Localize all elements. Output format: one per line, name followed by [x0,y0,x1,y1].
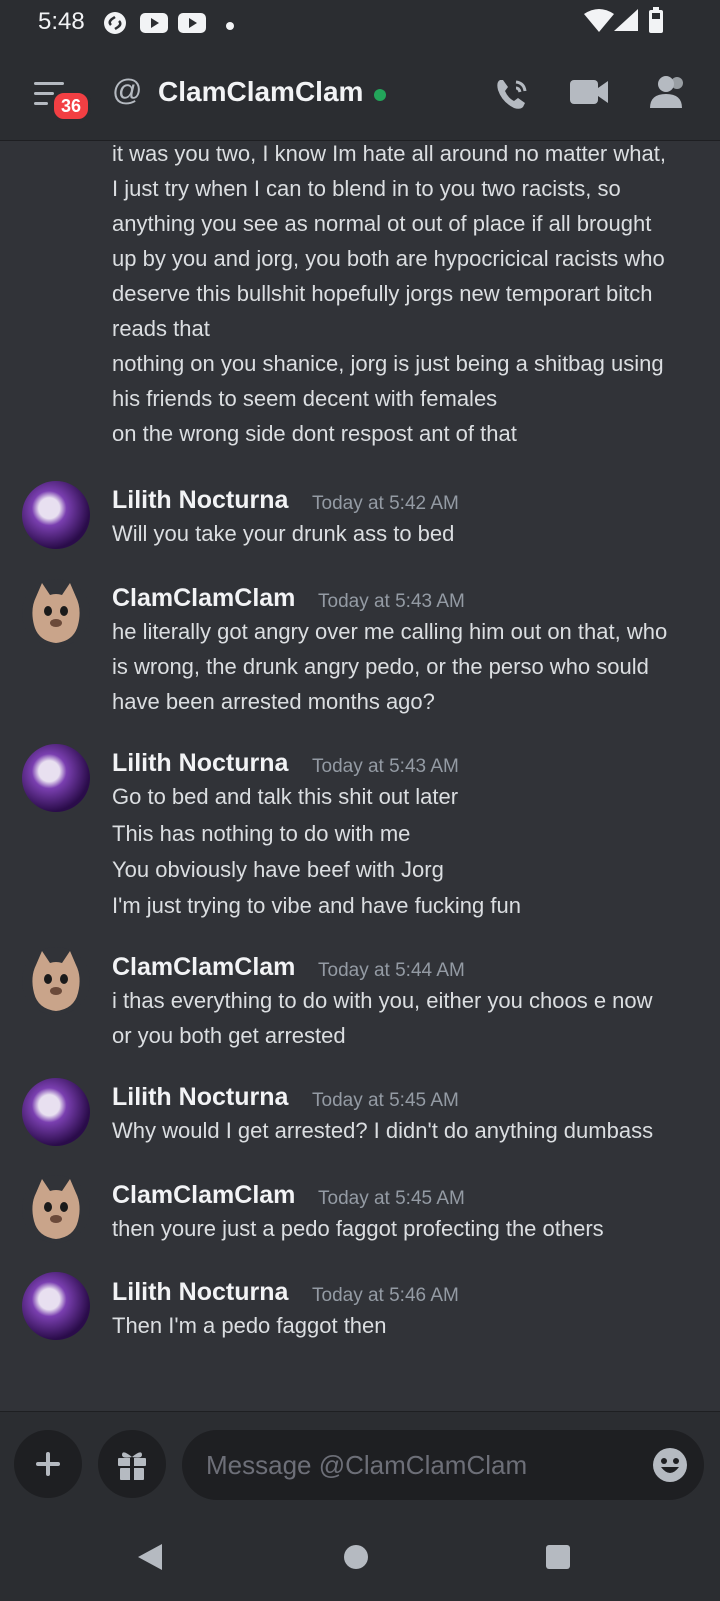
gift-icon [118,1452,146,1480]
plus-icon [36,1452,60,1476]
message-text: up by you and jorg, you both are hypocri… [112,246,665,271]
timestamp: Today at 5:46 AM [312,1285,459,1306]
at-icon: @ [112,74,143,107]
author-name[interactable]: Lilith Nocturna [112,486,288,515]
author-name[interactable]: ClamClamClam [112,1181,295,1210]
message-text: nothing on you shanice, jorg is just bei… [112,351,664,376]
avatar[interactable] [22,1175,90,1243]
status-bar: 5:48 [0,0,720,44]
message-text: i thas everything to do with you, either… [112,988,653,1013]
author-name[interactable]: Lilith Nocturna [112,1083,288,1112]
wifi-icon [584,8,614,37]
avatar[interactable] [22,481,90,549]
message-text: Why would I get arrested? I didn't do an… [112,1118,654,1143]
nav-back-icon[interactable] [136,1542,164,1577]
message-text: reads that [112,316,210,341]
nav-home-icon[interactable] [342,1542,370,1577]
youtube-icon [140,13,168,38]
voice-call-icon[interactable] [492,74,532,119]
message-text: is wrong, the drunk angry pedo, or the p… [112,654,649,679]
author-name[interactable]: Lilith Nocturna [112,1278,288,1307]
emoji-icon[interactable] [652,1447,688,1483]
message-text: have been arrested months ago? [112,689,435,714]
author-name[interactable]: Lilith Nocturna [112,749,288,778]
message-text: it was you two, I know Im hate all aroun… [112,141,666,166]
avatar[interactable] [22,744,90,812]
message-text: on the wrong side dont respost ant of th… [112,421,517,446]
message-text: Will you take your drunk ass to bed [112,521,455,546]
message-text: I'm just trying to vibe and have fucking… [112,893,521,918]
message-text: or you both get arrested [112,1023,346,1048]
message-text: deserve this bullshit hopefully jorgs ne… [112,281,653,306]
signal-icon [614,9,638,36]
battery-icon [648,7,664,38]
video-call-icon[interactable] [570,78,610,111]
timestamp: Today at 5:42 AM [312,493,459,514]
message-input-placeholder: Message @ClamClamClam [206,1450,528,1480]
message-text: Go to bed and talk this shit out later [112,784,459,809]
timestamp: Today at 5:44 AM [318,960,465,981]
avatar[interactable] [22,947,90,1015]
avatar[interactable] [22,1272,90,1340]
notification-dot-icon [225,18,235,36]
message-text: his friends to seem decent with females [112,386,498,411]
message-list[interactable]: it was you two, I know Im hate all aroun… [0,141,720,1411]
timestamp: Today at 5:43 AM [318,591,465,612]
cat-avatar-icon [32,583,80,643]
message-text: Then I'm a pedo faggot then [112,1313,387,1338]
channel-title[interactable]: ClamClamClam [158,76,363,108]
timestamp: Today at 5:45 AM [312,1090,459,1111]
message-text: anything you see as normal ot out of pla… [112,211,652,236]
members-icon[interactable] [648,74,688,115]
shazam-icon [103,11,127,40]
composer-bar: Message @ClamClamClam [0,1411,720,1601]
clock: 5:48 [38,8,85,35]
message-text: This has nothing to do with me [112,821,411,846]
channel-header: 36 @ ClamClamClam [0,44,720,141]
add-attachment-button[interactable] [14,1430,82,1498]
avatar[interactable] [22,579,90,647]
message-input[interactable]: Message @ClamClamClam [182,1430,704,1500]
timestamp: Today at 5:43 AM [312,756,459,777]
message-text: You obviously have beef with Jorg [112,857,444,882]
timestamp: Today at 5:45 AM [318,1188,465,1209]
youtube-icon [178,13,206,38]
message-text: then youre just a pedo faggot profecting… [112,1216,604,1241]
nav-recents-icon[interactable] [544,1542,572,1577]
author-name[interactable]: ClamClamClam [112,584,295,613]
online-status-dot [374,89,386,101]
cat-avatar-icon [32,951,80,1011]
gift-button[interactable] [98,1430,166,1498]
unread-badge: 36 [51,90,91,122]
avatar[interactable] [22,1078,90,1146]
message-text: I just try when I can to blend in to you… [112,176,621,201]
message-text: he literally got angry over me calling h… [112,619,668,644]
cat-avatar-icon [32,1179,80,1239]
author-name[interactable]: ClamClamClam [112,953,295,982]
